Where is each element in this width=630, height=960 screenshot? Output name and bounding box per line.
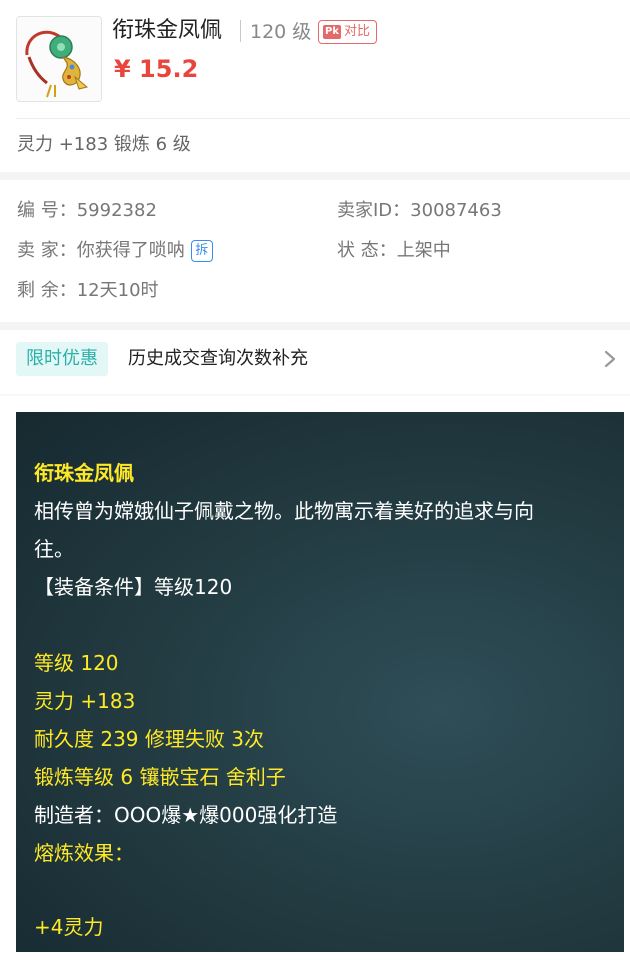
desc-lore-line-2: 往。 <box>34 537 74 561</box>
seller-id-value: 30087463 <box>410 200 502 221</box>
jade-pendant-icon <box>17 17 101 101</box>
desc-durability: 耐久度 239 修理失败 3次 <box>34 727 264 751</box>
desc-requirement: 【装备条件】等级120 <box>34 575 233 599</box>
status: 状 态：上架中 <box>337 237 451 265</box>
promo-text: 历史成交查询次数补充 <box>128 348 308 369</box>
desc-lore-line-1: 相传曾为嫦娥仙子佩戴之物。此物寓示着美好的追求与向 <box>34 499 534 523</box>
seller-id-label: 卖家ID： <box>337 200 411 221</box>
serial-value: 5992382 <box>76 200 157 221</box>
desc-level: 等级 120 <box>34 651 119 675</box>
item-header: 衔珠金凤佩 120 级 Pk 对比 ¥ 15.2 <box>0 0 630 118</box>
item-title: 衔珠金凤佩 <box>112 18 223 43</box>
section-gap <box>0 394 630 396</box>
desc-spirit: 灵力 +183 <box>34 689 136 713</box>
title-divider <box>240 20 241 42</box>
item-level: 120 级 <box>250 21 312 43</box>
item-detail-page: 衔珠金凤佩 120 级 Pk 对比 ¥ 15.2 灵力 +183 锻炼 6 级 … <box>0 0 630 960</box>
desc-forge: 锻炼等级 6 镶嵌宝石 舍利子 <box>34 765 286 789</box>
serial-label: 编 号： <box>17 200 77 221</box>
item-price: ¥ 15.2 <box>114 55 199 83</box>
promo-tag: 限时优惠 <box>16 342 108 376</box>
desc-smelt-label: 熔炼效果： <box>34 841 134 865</box>
section-gap <box>0 172 630 180</box>
desc-smelt-value: +4灵力 <box>34 915 104 939</box>
seller-id: 卖家ID：30087463 <box>337 197 502 225</box>
status-value: 上架中 <box>396 240 451 261</box>
desc-item-name: 衔珠金凤佩 <box>34 461 134 485</box>
compare-button[interactable]: Pk 对比 <box>318 20 377 44</box>
stat-summary: 灵力 +183 锻炼 6 级 <box>17 134 191 155</box>
split-badge[interactable]: 拆 <box>190 240 213 262</box>
item-description-panel: 衔珠金凤佩 相传曾为嫦娥仙子佩戴之物。此物寓示着美好的追求与向 往。 【装备条件… <box>16 412 624 952</box>
section-gap <box>0 322 630 330</box>
status-label: 状 态： <box>337 240 397 261</box>
seller-label: 卖 家： <box>17 240 77 261</box>
seller-name[interactable]: 你获得了唢呐 <box>77 240 185 261</box>
pk-icon: Pk <box>323 25 341 39</box>
divider <box>16 118 630 119</box>
remaining-label: 剩 余： <box>17 280 77 301</box>
desc-maker: 制造者：OOO爆★爆000强化打造 <box>34 803 338 827</box>
remaining-value: 12天10时 <box>76 280 159 301</box>
serial-number: 编 号：5992382 <box>17 197 157 225</box>
seller: 卖 家：你获得了唢呐拆 <box>17 237 213 265</box>
chevron-right-icon <box>604 350 616 368</box>
remaining-time: 剩 余：12天10时 <box>17 277 159 305</box>
item-thumbnail[interactable] <box>16 16 102 102</box>
compare-label: 对比 <box>343 24 370 39</box>
